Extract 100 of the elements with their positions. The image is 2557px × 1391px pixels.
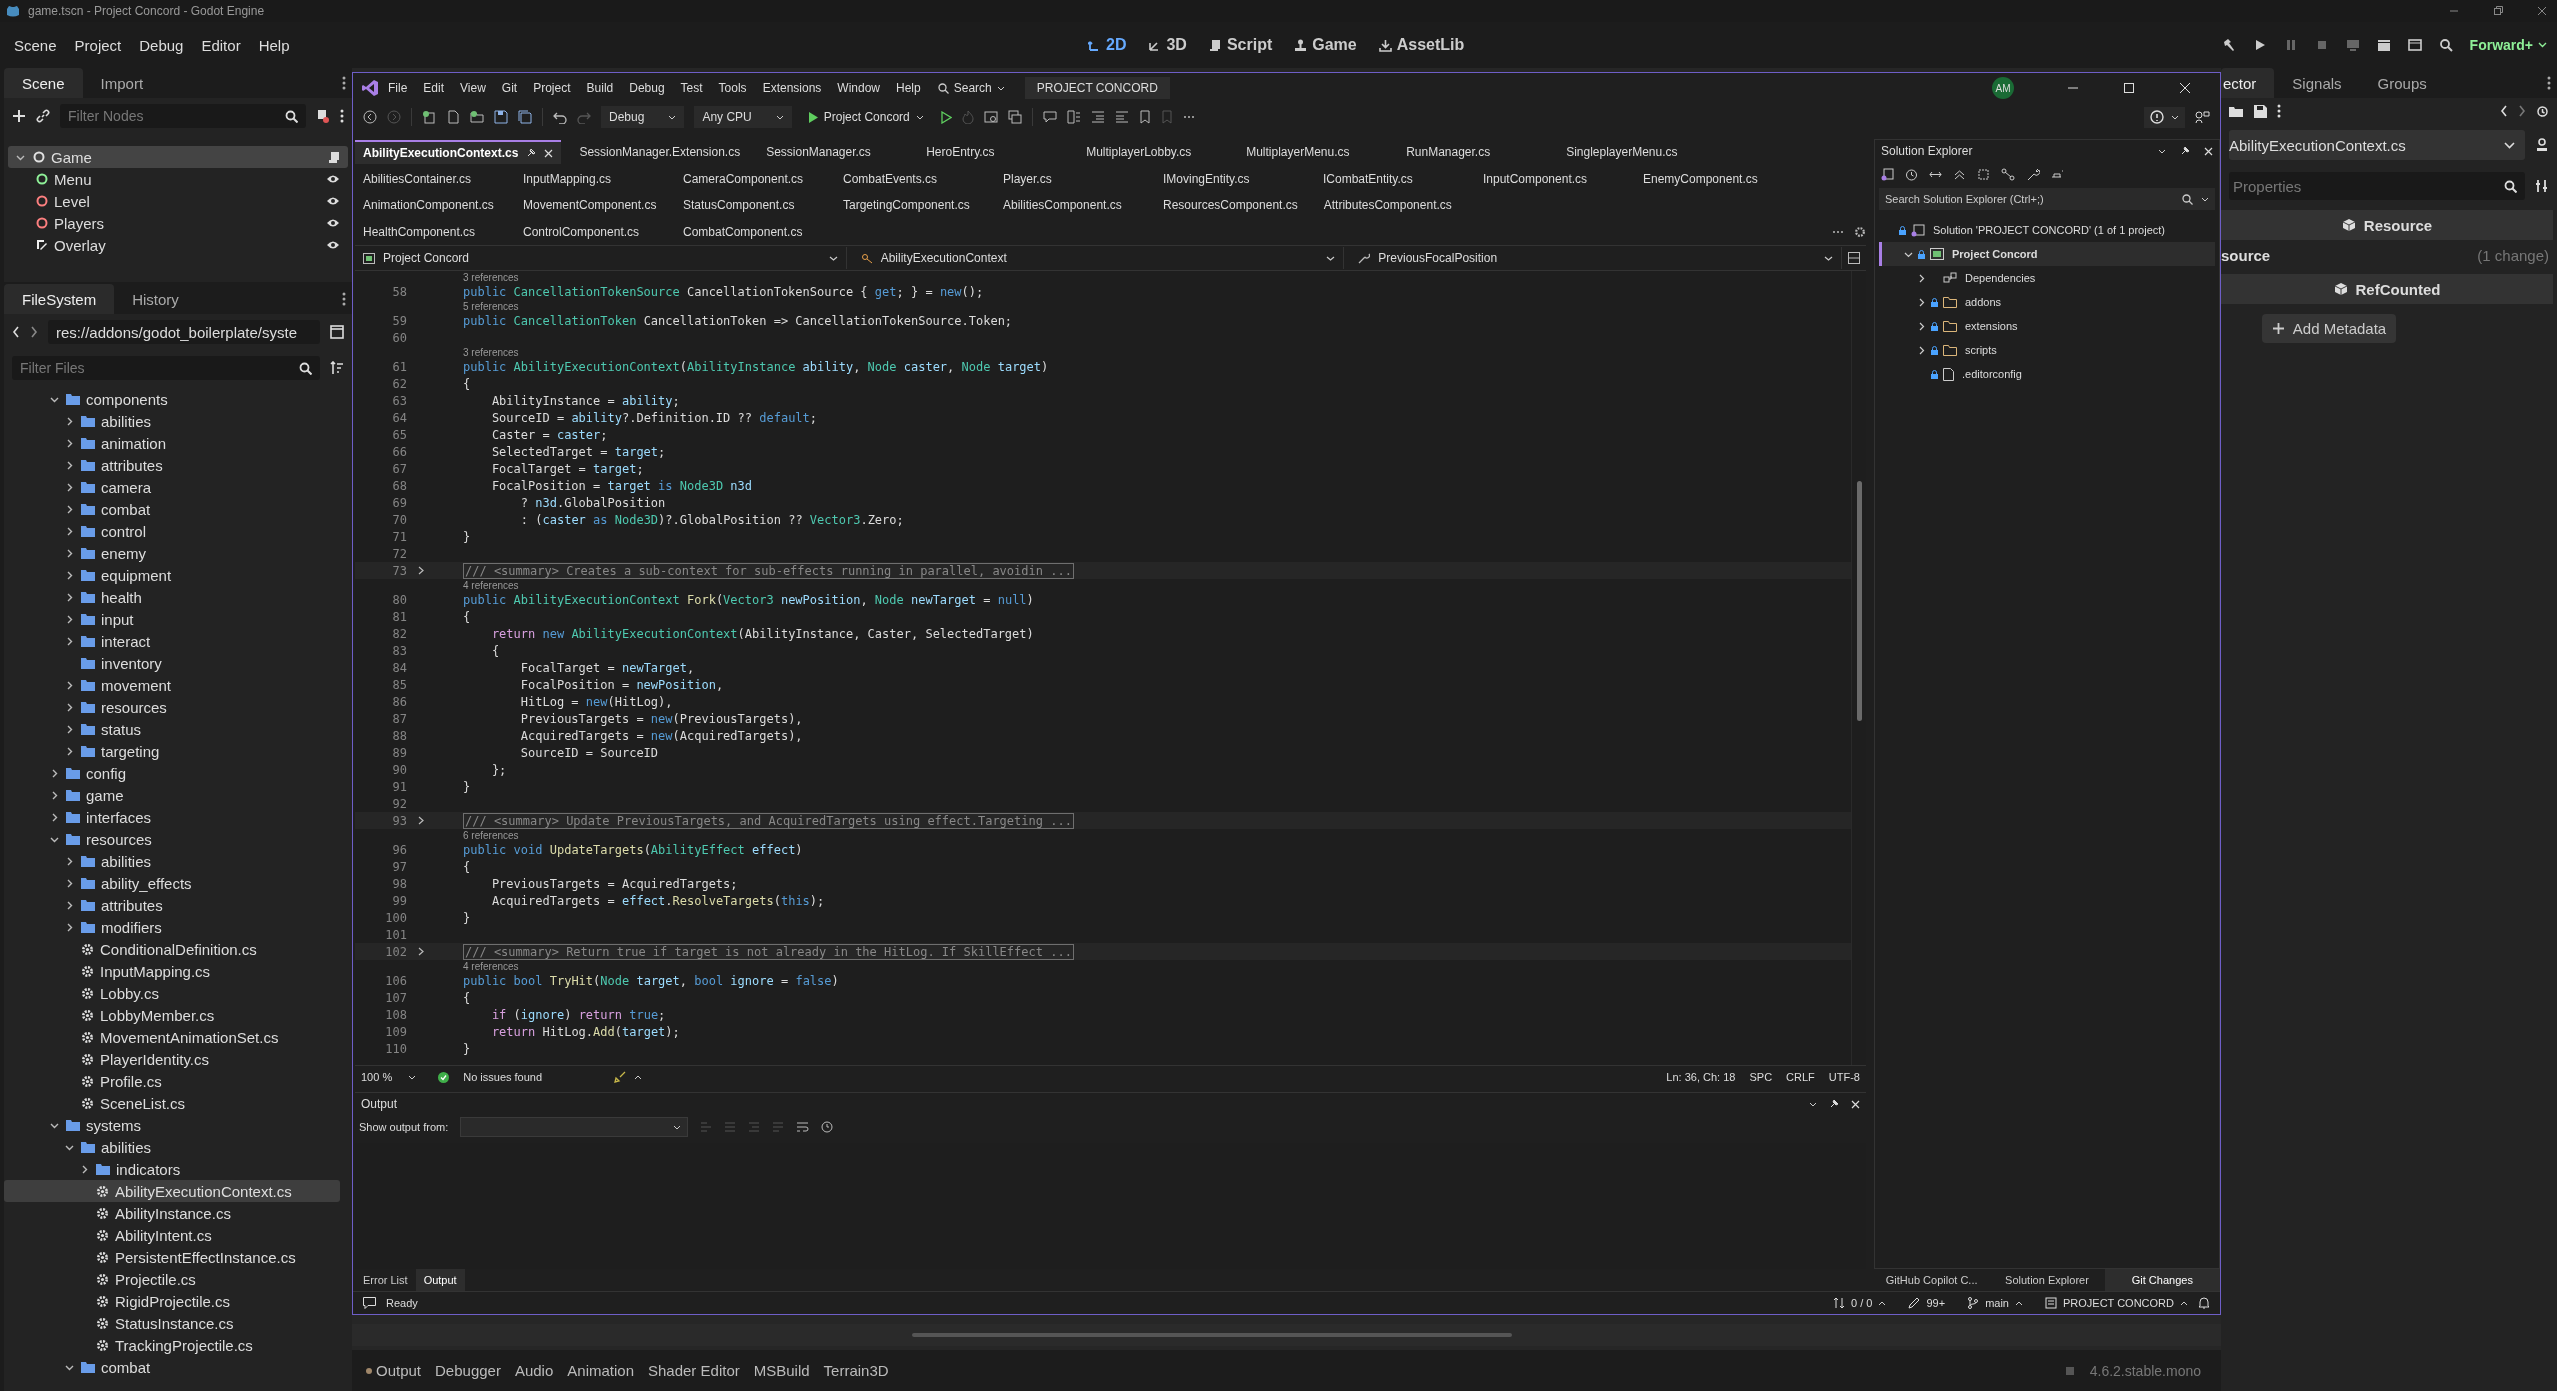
pending-changes-status[interactable]: 99+: [1908, 1297, 1946, 1309]
file-tree-item[interactable]: targeting: [4, 740, 340, 762]
file-tree-item[interactable]: enemy: [4, 542, 340, 564]
file-tree-item[interactable]: AbilityInstance.cs: [4, 1202, 340, 1224]
file-tab[interactable]: AbilitiesComponent.cs: [995, 193, 1145, 218]
solution-tree-item[interactable]: Solution 'PROJECT CONCORD' (1 of 1 project): [1879, 218, 2215, 242]
bottom-panel-tab[interactable]: Debugger: [435, 1362, 501, 1379]
bottom-panel-tab[interactable]: Audio: [514, 1362, 554, 1379]
bottom-panel-tab[interactable]: Output: [366, 1362, 422, 1379]
back-icon[interactable]: [2500, 105, 2508, 117]
maximize-icon[interactable]: [2123, 82, 2135, 94]
workspace-tab[interactable]: Game: [1286, 30, 1365, 60]
file-tab[interactable]: HealthComponent.cs: [355, 219, 505, 244]
dock-tab[interactable]: History: [114, 284, 197, 314]
file-tab[interactable]: AttributesComponent.cs: [1315, 193, 1466, 218]
file-tree-item[interactable]: abilities: [4, 410, 340, 432]
navigation-dropdown[interactable]: PreviousFocalPosition: [1350, 247, 1842, 269]
link-icon[interactable]: [36, 109, 50, 123]
file-tree-item[interactable]: status: [4, 718, 340, 740]
film-icon[interactable]: [2407, 38, 2422, 52]
repository-status[interactable]: PROJECT CONCORD: [2044, 1297, 2188, 1309]
panel-tab[interactable]: Output: [415, 1269, 465, 1291]
history-icon[interactable]: [2536, 104, 2549, 118]
file-tree-item[interactable]: indicators: [4, 1158, 340, 1180]
configuration-dropdown[interactable]: Debug: [601, 106, 685, 128]
word-wrap-icon[interactable]: [796, 1121, 810, 1133]
issues-status[interactable]: No issues found: [463, 1071, 543, 1083]
pin-icon[interactable]: [526, 148, 537, 159]
save-all-icon[interactable]: [518, 110, 532, 124]
file-tab[interactable]: HeroEntry.cs: [918, 140, 1069, 165]
menubar-entry[interactable]: Debug: [131, 32, 192, 58]
sync-status[interactable]: 0 / 0: [1833, 1297, 1887, 1309]
browser-icon[interactable]: [983, 110, 998, 124]
renderer-dropdown[interactable]: Forward+: [2469, 37, 2547, 53]
expand-icon[interactable]: [417, 566, 425, 575]
file-tree-item[interactable]: SceneList.cs: [4, 1092, 340, 1114]
script-icon[interactable]: [328, 150, 340, 164]
search-button[interactable]: Search: [929, 78, 1013, 98]
message-icon[interactable]: [363, 1297, 376, 1309]
file-tree-item[interactable]: AbilityExecutionContext.cs: [4, 1180, 340, 1202]
eye-icon[interactable]: [326, 218, 340, 228]
windows-icon[interactable]: [1007, 110, 1022, 124]
history-icon[interactable]: [1905, 167, 1918, 181]
file-tab[interactable]: ICombatEntity.cs: [1315, 166, 1465, 191]
file-tree-item[interactable]: systems: [4, 1114, 340, 1136]
file-tree-item[interactable]: attributes: [4, 454, 340, 476]
caret-icon[interactable]: [2171, 114, 2179, 120]
file-tab[interactable]: SingleplayerMenu.cs: [1558, 140, 1709, 165]
more-icon[interactable]: [2547, 76, 2551, 90]
scrollbar-thumb[interactable]: [1856, 481, 1862, 721]
section-header[interactable]: Resource: [2221, 210, 2553, 240]
collapsed-comment[interactable]: /// <summary> Creates a sub-context for sub-effects running in parallel, avoidin ...: [463, 562, 1074, 579]
file-tree-item[interactable]: PersistentEffectInstance.cs: [4, 1246, 340, 1268]
menubar-entry[interactable]: Build: [579, 78, 621, 98]
bottom-panel-tab[interactable]: Terrain3D: [823, 1362, 889, 1379]
menubar-entry[interactable]: View: [453, 78, 493, 98]
section-header[interactable]: RefCounted: [2221, 274, 2553, 304]
navigation-dropdown[interactable]: Project Concord: [355, 247, 847, 269]
magnifier-icon[interactable]: [2438, 38, 2453, 52]
undo-icon[interactable]: [553, 110, 567, 124]
file-tree-item[interactable]: health: [4, 586, 340, 608]
references-link[interactable]: 4 references: [463, 960, 519, 972]
solution-view-icon[interactable]: [1881, 167, 1894, 181]
clock-icon[interactable]: [821, 1121, 834, 1133]
bottom-panel-tab[interactable]: MSBuild: [753, 1362, 810, 1379]
new-file-icon[interactable]: [446, 110, 460, 124]
cursor-position[interactable]: Ln: 36, Ch: 18: [1666, 1071, 1736, 1083]
dock-tab[interactable]: Scene: [4, 68, 83, 98]
file-tree-item[interactable]: interfaces: [4, 806, 340, 828]
dock-tab[interactable]: Signals: [2274, 68, 2360, 98]
file-tree-item[interactable]: PlayerIdentity.cs: [4, 1048, 340, 1070]
menubar-entry[interactable]: Test: [673, 78, 710, 98]
bottom-panel-tab[interactable]: Shader Editor: [648, 1362, 740, 1379]
file-tree-item[interactable]: animation: [4, 432, 340, 454]
settings-icon[interactable]: [1854, 225, 1866, 238]
file-tab[interactable]: EnemyComponent.cs: [1635, 166, 1785, 191]
file-tree-item[interactable]: interact: [4, 630, 340, 652]
references-link[interactable]: 3 references: [463, 271, 519, 283]
scene-node[interactable]: Overlay: [8, 234, 348, 256]
workspace-tab[interactable]: Script: [1200, 30, 1281, 60]
restore-icon[interactable]: [2493, 6, 2503, 16]
solution-tree-item[interactable]: extensions: [1879, 314, 2215, 338]
file-tree-item[interactable]: TrackingProjectile.cs: [4, 1334, 340, 1356]
file-tree-item[interactable]: modifiers: [4, 916, 340, 938]
eye-icon[interactable]: [326, 240, 340, 250]
file-tab[interactable]: ControlComponent.cs: [515, 219, 665, 244]
tools-icon[interactable]: [2535, 179, 2549, 193]
zoom-dropdown[interactable]: 100 %: [361, 1071, 417, 1083]
panel-tab[interactable]: Git Changes: [2104, 1269, 2220, 1291]
file-tab[interactable]: CombatComponent.cs: [675, 219, 825, 244]
indent-icon[interactable]: [1090, 110, 1105, 124]
file-tree-item[interactable]: Profile.cs: [4, 1070, 340, 1092]
menubar-entry[interactable]: Window: [830, 78, 887, 98]
more-icon[interactable]: [340, 109, 344, 123]
monitor-icon[interactable]: [2345, 38, 2360, 52]
solution-tree-item[interactable]: addons: [1879, 290, 2215, 314]
play-outline-icon[interactable]: [939, 110, 952, 124]
bookmark-icon[interactable]: [1138, 110, 1151, 124]
solution-tree-item[interactable]: Dependencies: [1879, 266, 2215, 290]
encoding-status[interactable]: UTF-8: [1828, 1071, 1860, 1083]
